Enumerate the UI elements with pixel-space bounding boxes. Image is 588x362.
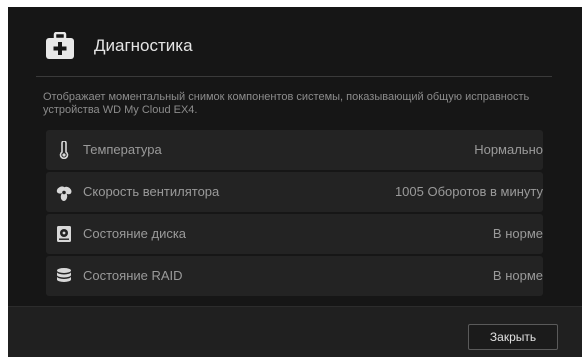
diagnostics-list: Температура Нормально Скорость вентилято… <box>46 130 543 298</box>
close-button[interactable]: Закрыть <box>468 324 558 350</box>
raid-status-value: В норме <box>492 268 543 283</box>
raid-database-icon <box>57 268 71 282</box>
first-aid-kit-icon <box>46 32 74 59</box>
diagnostics-dialog: Диагностика Отображает моментальный сним… <box>8 7 582 357</box>
dialog-description: Отображает моментальный снимок компонент… <box>43 91 530 116</box>
disk-status-label: Состояние диска <box>83 226 187 241</box>
dialog-header: Диагностика <box>8 7 582 77</box>
fan-speed-label: Скорость вентилятора <box>83 184 220 199</box>
temperature-row: Температура Нормально <box>46 130 543 170</box>
disk-status-value: В норме <box>492 226 543 241</box>
header-divider <box>36 76 552 77</box>
raid-status-row: Состояние RAID В норме <box>46 256 543 296</box>
dialog-title: Диагностика <box>94 36 193 55</box>
hard-disk-icon <box>57 226 71 242</box>
fan-icon <box>56 186 72 201</box>
fan-speed-value: 1005 Оборотов в минуту <box>394 184 543 199</box>
temperature-label: Температура <box>83 142 162 157</box>
thermometer-icon <box>59 141 69 159</box>
disk-status-row: Состояние диска В норме <box>46 214 543 254</box>
dialog-footer: Закрыть <box>8 306 582 357</box>
raid-status-label: Состояние RAID <box>83 268 183 283</box>
fan-speed-row: Скорость вентилятора 1005 Оборотов в мин… <box>46 172 543 212</box>
temperature-value: Нормально <box>474 142 543 157</box>
